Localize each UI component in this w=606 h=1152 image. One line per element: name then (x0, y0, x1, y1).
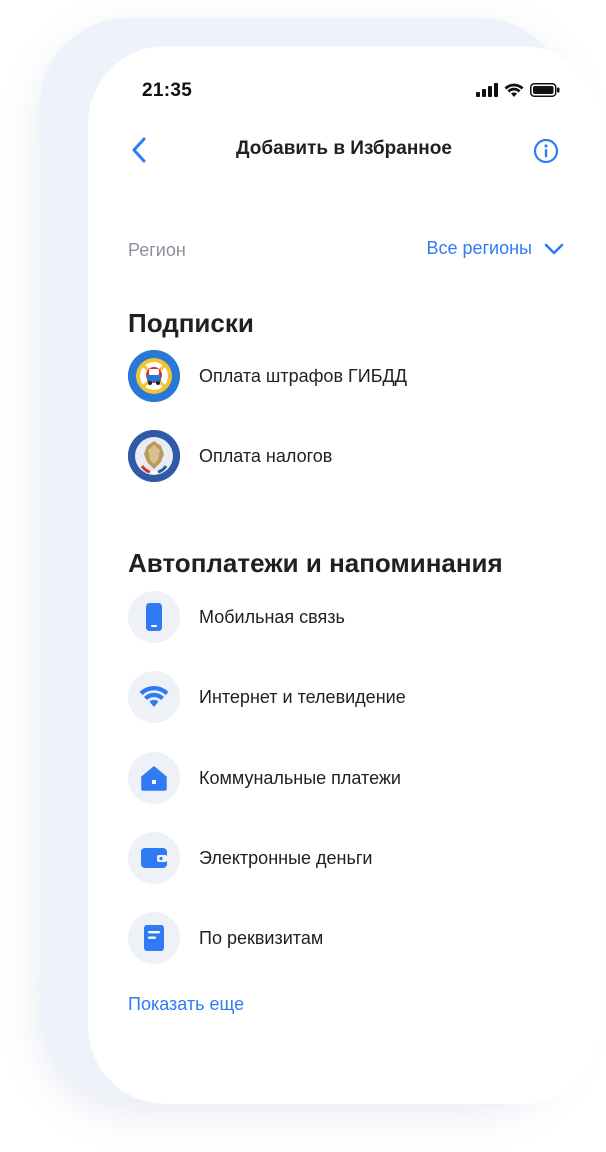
list-item-label: Оплата налогов (199, 445, 333, 466)
wifi-status-icon (504, 83, 524, 97)
gibdd-emblem-icon (128, 350, 180, 402)
list-item-e-money[interactable]: Электронные деньги (128, 832, 564, 884)
region-value: Все регионы (426, 238, 532, 258)
list-item-label: Интернет и телевидение (199, 686, 406, 707)
list-item-label: Электронные деньги (199, 847, 373, 868)
list-item-by-details[interactable]: По реквизитам (128, 912, 564, 964)
page-title: Добавить в Избранное (236, 138, 452, 159)
phone-side-button (38, 978, 43, 992)
navigation-bar: Добавить в Избранное (88, 126, 600, 176)
signal-icon (476, 83, 498, 97)
region-dropdown[interactable]: Все регионы (426, 238, 564, 259)
status-icons (476, 82, 560, 98)
subscriptions-heading: Подписки (128, 308, 254, 338)
battery-icon (530, 83, 560, 97)
list-item-mobile[interactable]: Мобильная связь (128, 591, 564, 643)
region-row: Регион Все регионы (128, 236, 564, 266)
show-more-link[interactable]: Показать еще (128, 994, 244, 1015)
wifi-icon (128, 671, 180, 723)
list-item-label: По реквизитам (199, 927, 324, 948)
house-icon (128, 752, 180, 804)
list-item-utilities[interactable]: Коммунальные платежи (128, 752, 564, 804)
list-item-gibdd-fines[interactable]: Оплата штрафов ГИБДД (128, 350, 564, 402)
wallet-icon (128, 832, 180, 884)
chevron-down-icon (544, 243, 564, 254)
phone-frame: 21:35 Добавить в Избранное Регион Все ре… (38, 18, 600, 1104)
status-bar: 21:35 (88, 46, 600, 136)
list-item-label: Оплата штрафов ГИБДД (199, 365, 407, 386)
document-icon (128, 912, 180, 964)
mobile-phone-icon (128, 591, 180, 643)
list-item-internet-tv[interactable]: Интернет и телевидение (128, 671, 564, 723)
list-item-taxes[interactable]: Оплата налогов (128, 430, 564, 482)
list-item-label: Мобильная связь (199, 606, 345, 627)
autopayments-heading: Автоплатежи и напоминания (128, 548, 503, 578)
phone-screen: 21:35 Добавить в Избранное Регион Все ре… (88, 46, 600, 1104)
region-label: Регион (128, 240, 186, 260)
status-time: 21:35 (142, 80, 193, 101)
info-icon[interactable] (533, 138, 559, 164)
tax-service-emblem-icon (128, 430, 180, 482)
phone-side-button (38, 128, 43, 142)
list-item-label: Коммунальные платежи (199, 767, 401, 788)
